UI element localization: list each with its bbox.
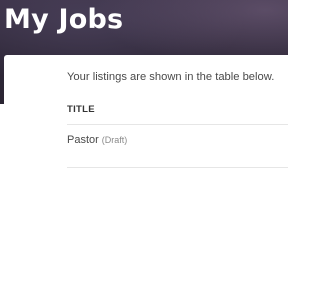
column-header-title: TITLE bbox=[67, 95, 288, 125]
job-title-link[interactable]: Pastor (Draft) bbox=[67, 133, 127, 147]
jobs-table: TITLE Pastor (Draft) bbox=[67, 95, 288, 168]
intro-text: Your listings are shown in the table bel… bbox=[67, 71, 275, 83]
table-row: Pastor (Draft) bbox=[67, 125, 288, 168]
job-title-text: Pastor bbox=[67, 134, 99, 146]
job-status: (Draft) bbox=[101, 135, 128, 145]
page-title: My Jobs bbox=[4, 4, 124, 35]
content-card bbox=[4, 55, 288, 288]
page: My Jobs Your listings are shown in the t… bbox=[0, 0, 288, 288]
